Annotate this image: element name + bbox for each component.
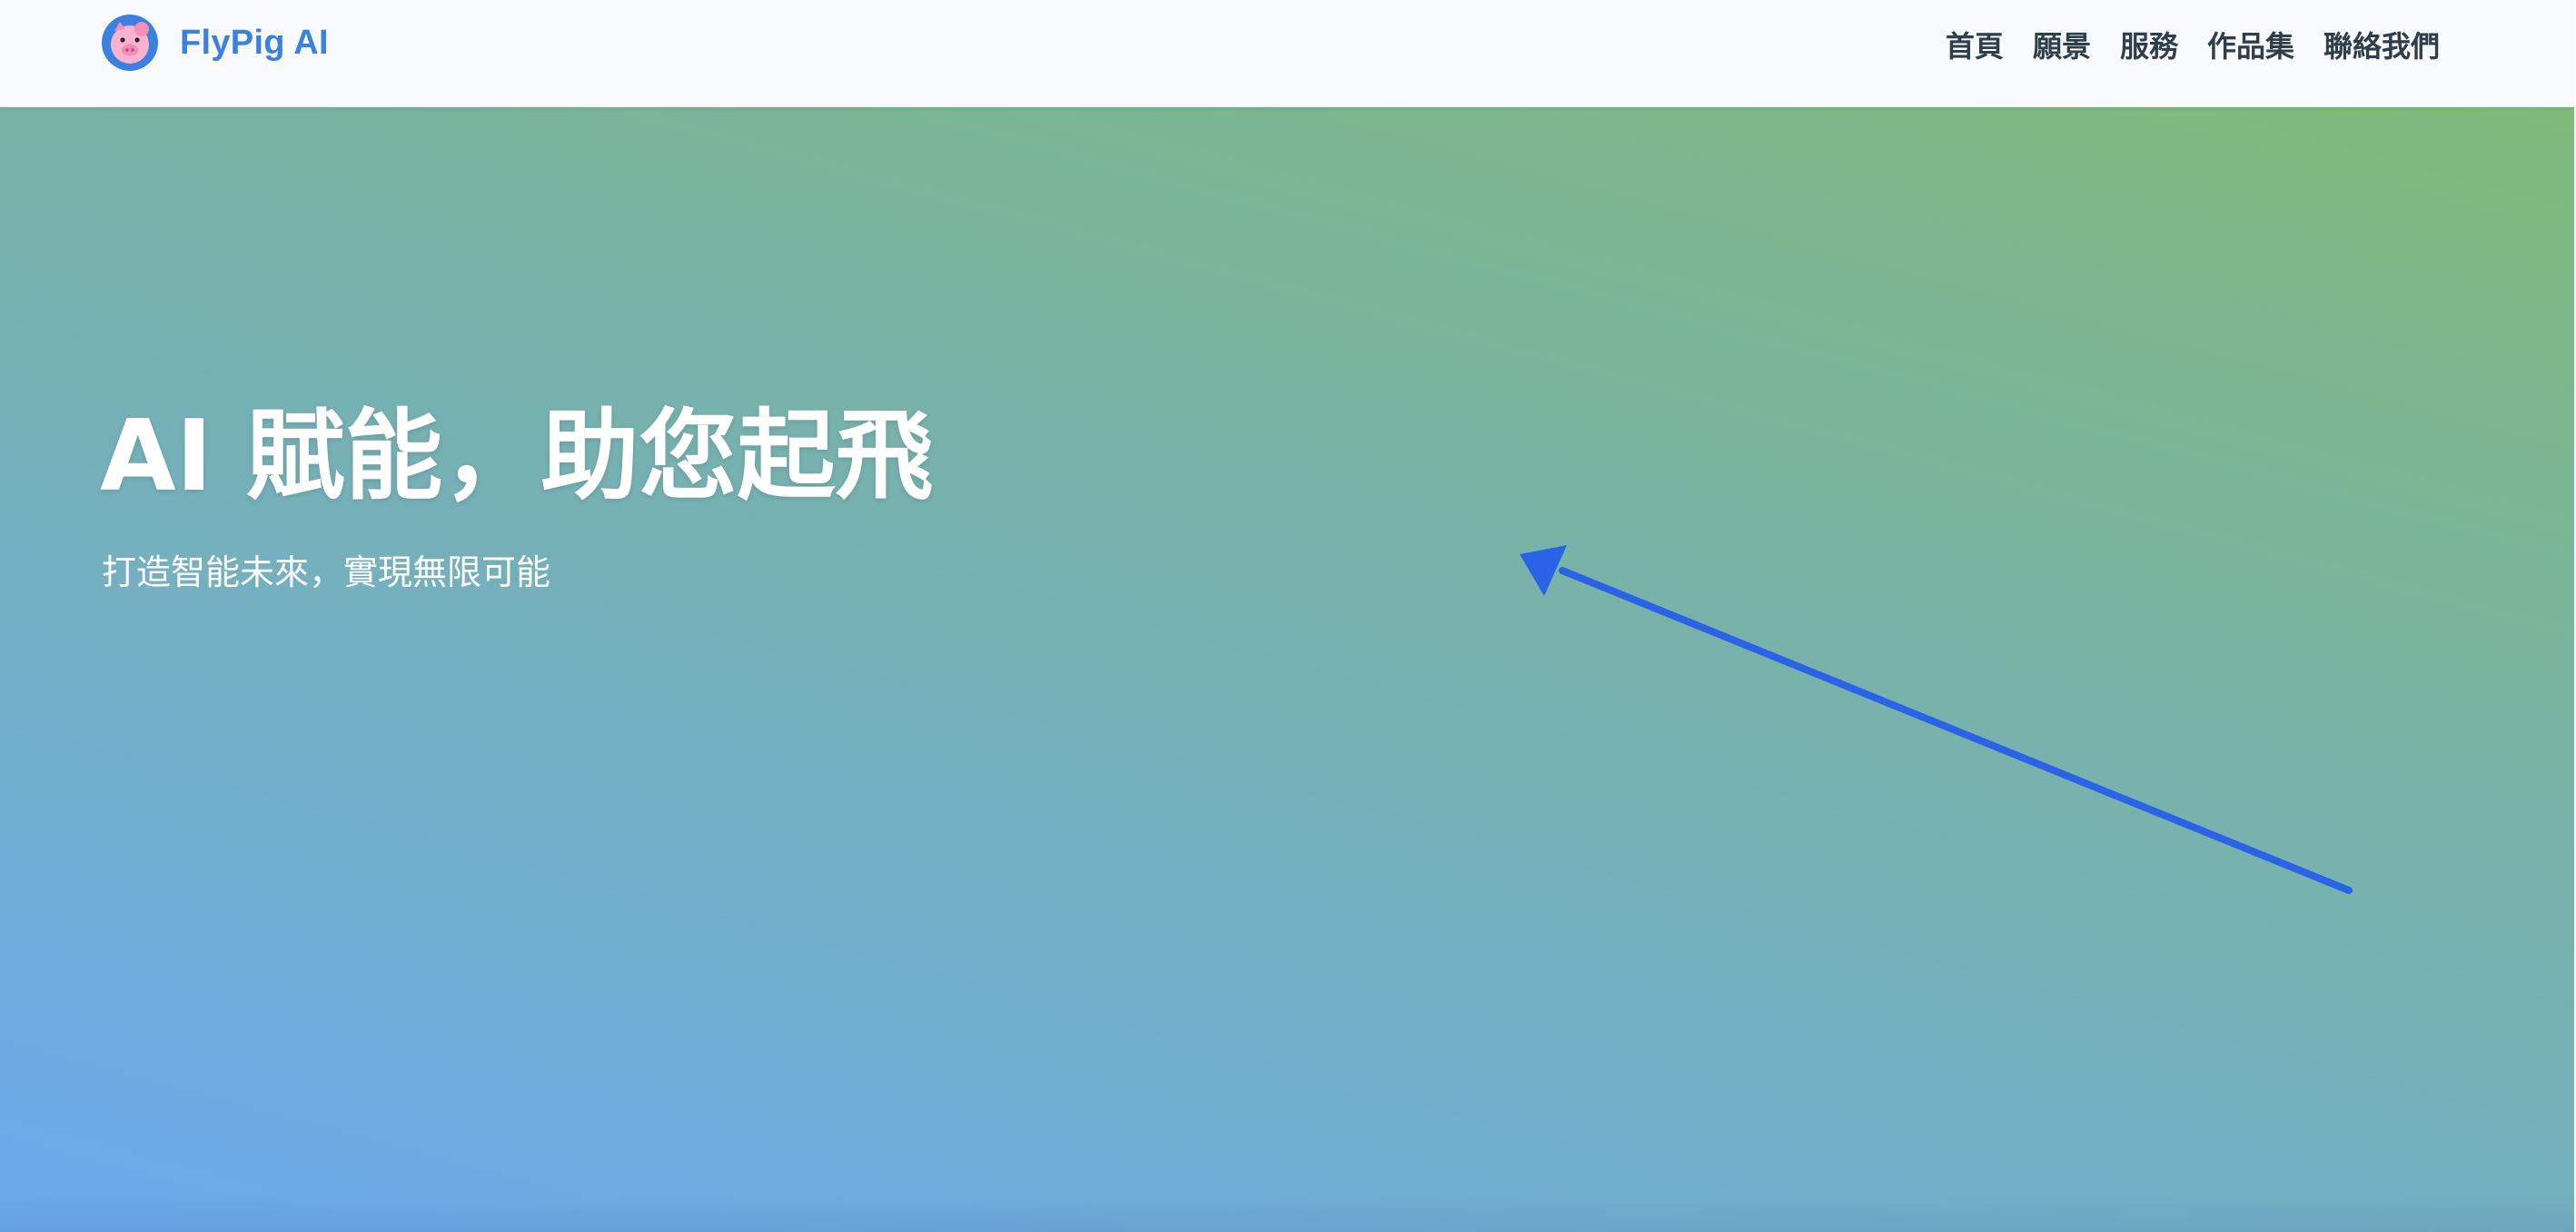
hero-bottom-shade [0,1196,2574,1232]
nav-link-contact[interactable]: 聯絡我們 [2323,25,2440,67]
nav-link-portfolio[interactable]: 作品集 [2207,25,2294,67]
hero-section [0,107,2574,1232]
brand-name: FlyPig AI [180,23,329,62]
nav-link-services[interactable]: 服務 [2120,25,2178,67]
brand-home-link[interactable]: FlyPig AI [102,14,329,72]
main-nav: 首頁 願景 服務 作品集 聯絡我們 [1917,25,2440,67]
nav-link-vision[interactable]: 願景 [2033,25,2091,67]
nav-link-home[interactable]: 首頁 [1946,25,2004,67]
hero-subtitle: 打造智能未來，實現無限可能 [102,552,551,592]
page: FlyPig AI 首頁 願景 服務 作品集 聯絡我們 AI 賦能，助您起飛 打… [0,0,2576,1232]
pig-face-icon [102,15,158,71]
hero-title: AI 賦能，助您起飛 [100,400,934,513]
top-navbar: FlyPig AI 首頁 願景 服務 作品集 聯絡我們 [0,0,2574,107]
